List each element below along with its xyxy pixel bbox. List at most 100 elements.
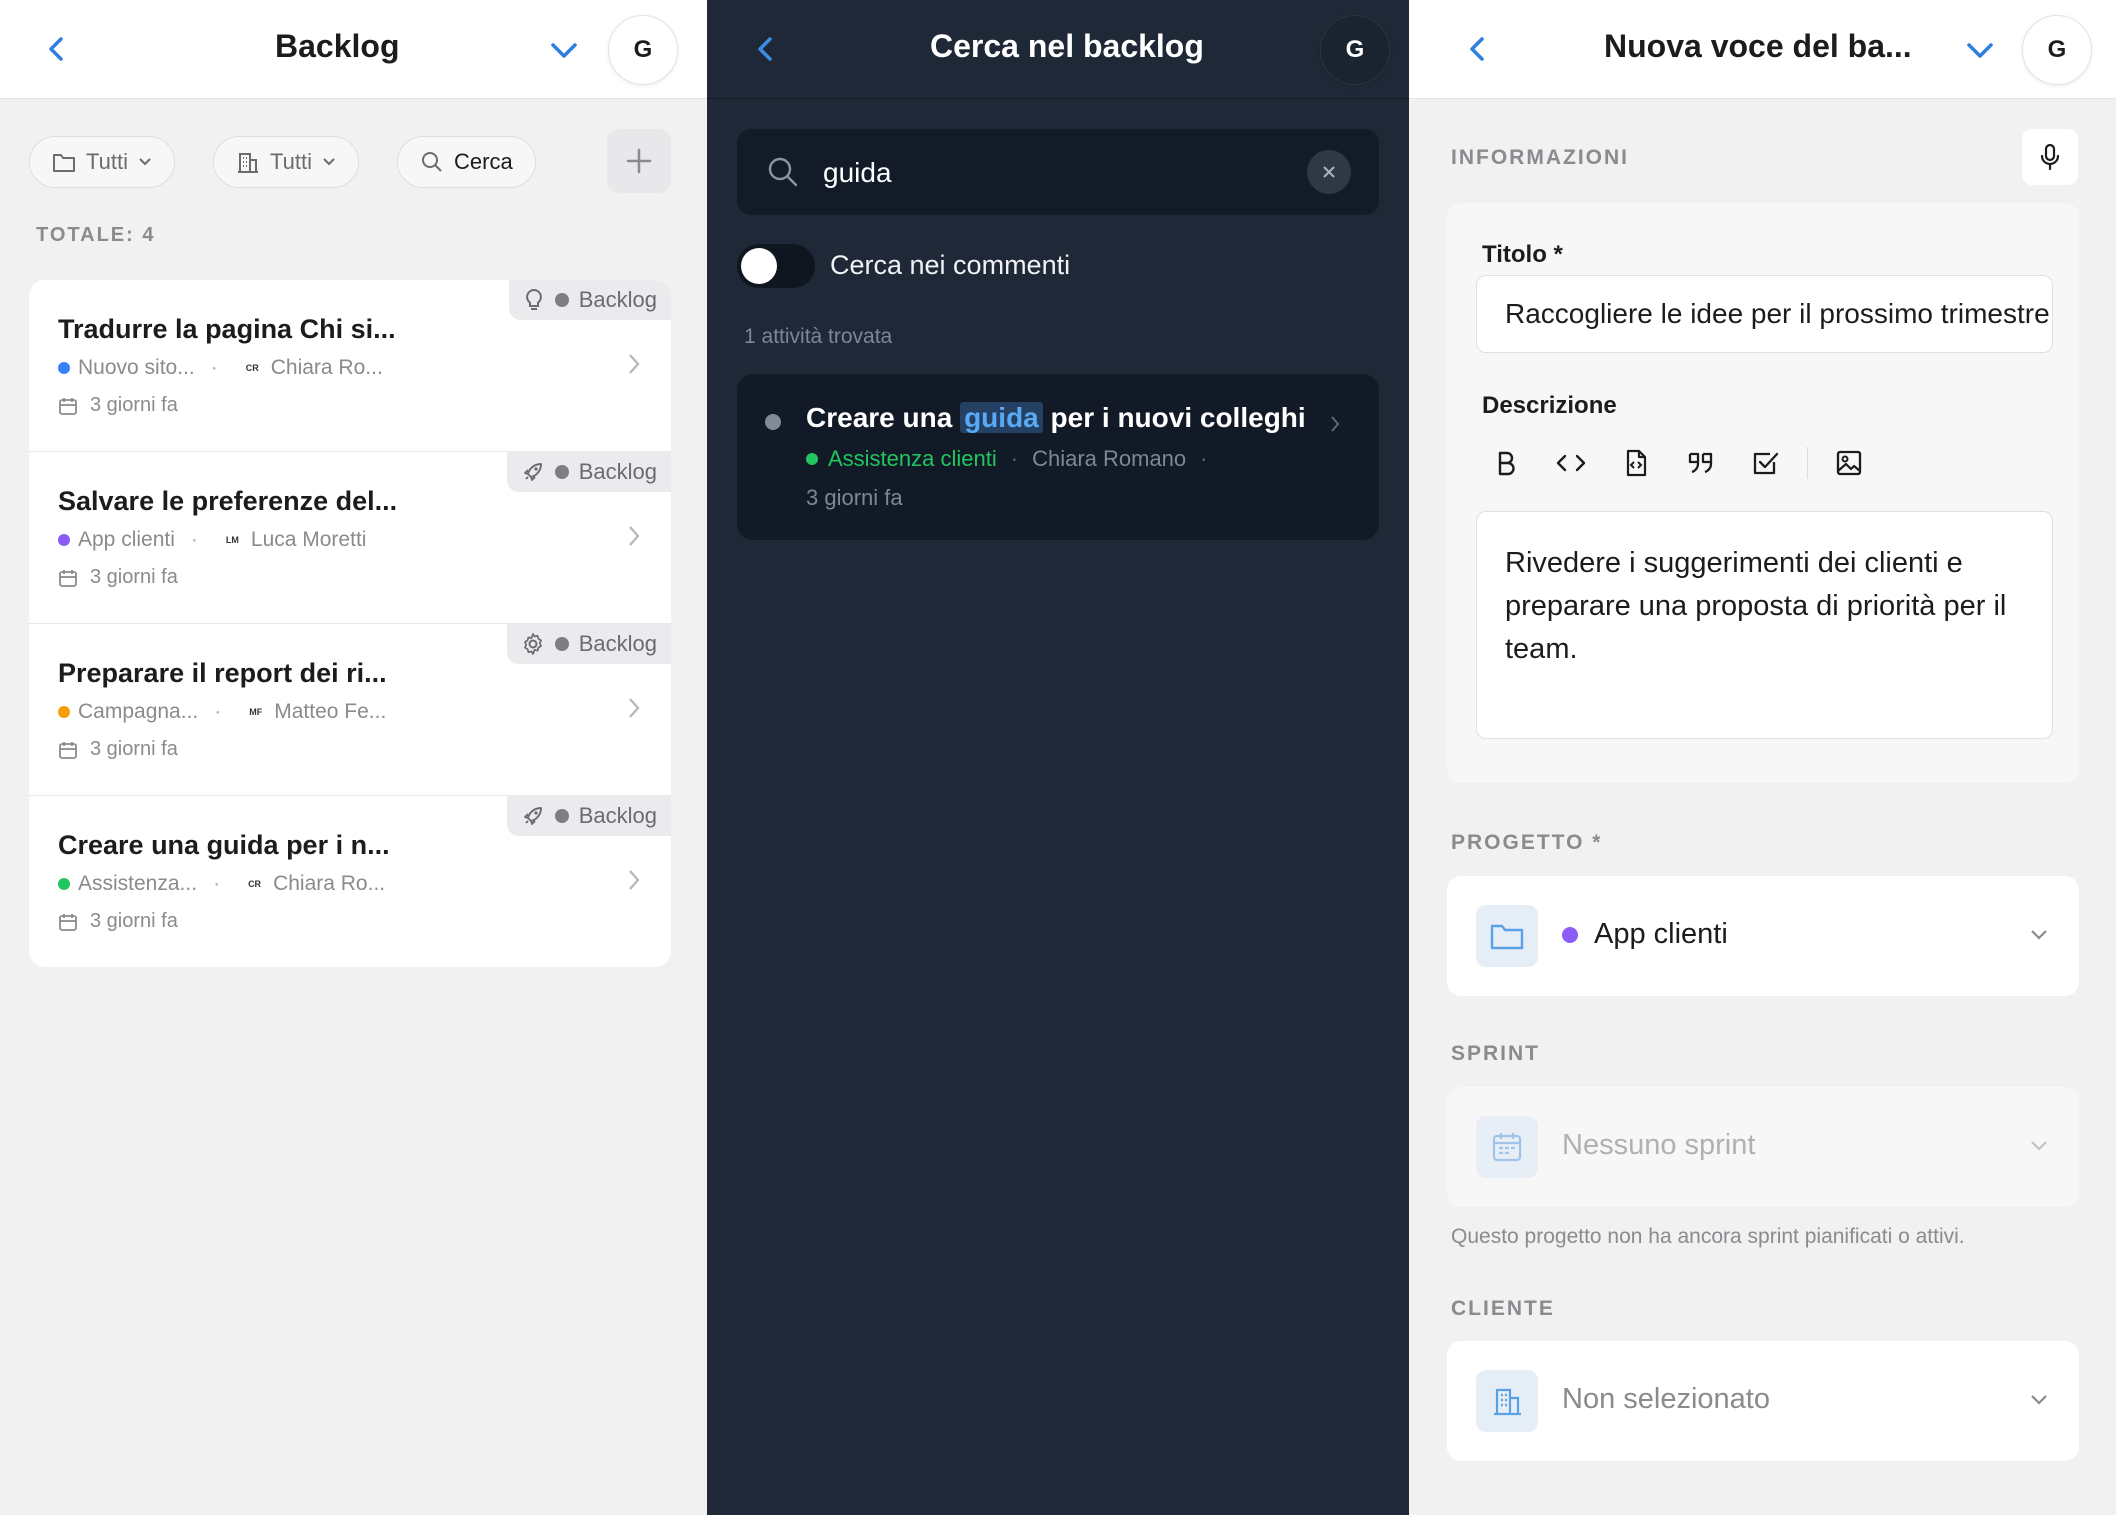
search-result[interactable]: Creare una guida per i nuovi colleghi As… bbox=[737, 374, 1379, 540]
separator: · bbox=[214, 700, 222, 723]
assignee-initials: LM bbox=[225, 535, 239, 545]
checkbox-icon[interactable] bbox=[1745, 442, 1787, 484]
status-dot bbox=[554, 293, 569, 307]
client-select-value: Non selezionato bbox=[1562, 1383, 1770, 1415]
chevron-down-icon[interactable] bbox=[1964, 38, 1996, 64]
list-item[interactable]: Backlog Preparare il report dei ri... Ca… bbox=[29, 624, 671, 796]
header: Backlog G bbox=[0, 0, 707, 99]
chevron-right-icon bbox=[627, 524, 641, 548]
client-filter-label: Tutti bbox=[270, 149, 312, 174]
close-icon bbox=[1321, 164, 1337, 180]
separator: · bbox=[190, 528, 198, 551]
avatar[interactable]: G bbox=[608, 15, 678, 85]
avatar[interactable]: G bbox=[1320, 15, 1390, 85]
status-badge: Backlog bbox=[506, 796, 671, 836]
image-icon[interactable] bbox=[1828, 442, 1870, 484]
section-sprint-label: SPRINT bbox=[1451, 1042, 1541, 1065]
calendar-icon bbox=[58, 568, 78, 588]
item-date-label: 3 giorni fa bbox=[90, 566, 178, 588]
quote-icon[interactable] bbox=[1680, 442, 1722, 484]
avatar[interactable]: G bbox=[2022, 15, 2092, 85]
building-icon bbox=[236, 150, 260, 174]
item-date: 3 giorni fa bbox=[58, 394, 178, 417]
code-file-icon[interactable] bbox=[1615, 442, 1657, 484]
comments-toggle[interactable] bbox=[737, 244, 815, 288]
project-dot bbox=[58, 534, 70, 546]
bold-icon[interactable] bbox=[1485, 442, 1527, 484]
chevron-right-icon bbox=[1329, 414, 1341, 434]
item-project: Nuovo sito... bbox=[78, 356, 195, 379]
assignee-initials: MF bbox=[249, 707, 263, 717]
item-project: Campagna... bbox=[78, 700, 199, 723]
status-dot bbox=[554, 465, 569, 479]
back-button[interactable] bbox=[1463, 34, 1493, 64]
chevron-down-icon bbox=[2029, 1139, 2049, 1153]
description-editor[interactable]: Rivedere i suggerimenti dei clienti e pr… bbox=[1476, 511, 2053, 739]
code-icon[interactable] bbox=[1550, 442, 1592, 484]
project-filter[interactable]: Tutti bbox=[29, 136, 175, 188]
add-button[interactable] bbox=[607, 129, 671, 193]
section-project-label: PROGETTO * bbox=[1451, 831, 1603, 854]
item-meta: Campagna... · MF Matteo Fe... bbox=[58, 700, 386, 724]
item-assignee: Luca Moretti bbox=[250, 528, 367, 551]
folder-icon bbox=[52, 151, 76, 173]
microphone-button[interactable] bbox=[2022, 129, 2078, 185]
result-title-after: per i nuovi colleghi bbox=[1050, 402, 1306, 433]
back-button[interactable] bbox=[42, 34, 72, 64]
result-title-highlight: guida bbox=[960, 402, 1043, 433]
microphone-icon bbox=[2039, 143, 2061, 171]
separator: · bbox=[213, 872, 221, 895]
list-item[interactable]: Backlog Creare una guida per i n... Assi… bbox=[29, 796, 671, 967]
item-date-label: 3 giorni fa bbox=[90, 910, 178, 932]
project-dot bbox=[58, 362, 70, 374]
project-select[interactable]: App clienti bbox=[1447, 876, 2079, 996]
page-title: Cerca nel backlog bbox=[930, 28, 1204, 64]
sprint-select-value: Nessuno sprint bbox=[1562, 1129, 1756, 1161]
project-dot bbox=[806, 453, 818, 465]
item-project: App clienti bbox=[78, 528, 175, 551]
clear-button[interactable] bbox=[1307, 150, 1351, 194]
status-dot bbox=[765, 414, 781, 430]
chevron-down-icon bbox=[2029, 1393, 2049, 1407]
item-date-label: 3 giorni fa bbox=[90, 738, 178, 760]
status-label: Backlog bbox=[578, 287, 657, 312]
search-chip[interactable]: Cerca bbox=[397, 136, 536, 188]
list-item[interactable]: Backlog Tradurre la pagina Chi si... Nuo… bbox=[29, 280, 671, 452]
calendar-icon bbox=[58, 740, 78, 760]
backlog-panel: Backlog G Tutti Tutti Cerca TOTALE: 4 Ba… bbox=[0, 0, 707, 1515]
formatting-toolbar bbox=[1485, 438, 1893, 488]
client-select[interactable]: Non selezionato bbox=[1447, 1341, 2079, 1461]
new-item-panel: Nuova voce del ba... G INFORMAZIONI Tito… bbox=[1409, 0, 2116, 1515]
item-meta: App clienti · LM Luca Moretti bbox=[58, 528, 366, 552]
project-name: App clienti bbox=[1594, 918, 1728, 950]
toggle-knob bbox=[741, 248, 777, 284]
total-count: TOTALE: 4 bbox=[36, 224, 156, 246]
sprint-select[interactable]: Nessuno sprint bbox=[1447, 1087, 2079, 1207]
chevron-down-icon[interactable] bbox=[548, 38, 580, 64]
status-dot bbox=[554, 809, 569, 823]
list-item[interactable]: Backlog Salvare le preferenze del... App… bbox=[29, 452, 671, 624]
header: Nuova voce del ba... G bbox=[1409, 0, 2116, 99]
section-client-label: CLIENTE bbox=[1451, 1297, 1555, 1320]
calendar-icon bbox=[58, 912, 78, 932]
calendar-icon bbox=[1476, 1116, 1538, 1178]
chevron-right-icon bbox=[627, 352, 641, 376]
project-select-value: App clienti bbox=[1562, 918, 1728, 951]
comments-toggle-label: Cerca nei commenti bbox=[830, 250, 1071, 280]
chevron-right-icon bbox=[627, 868, 641, 892]
status-label: Backlog bbox=[578, 459, 657, 484]
item-meta: Assistenza... · CR Chiara Ro... bbox=[58, 872, 385, 896]
page-title: Nuova voce del ba... bbox=[1604, 28, 1912, 64]
client-filter[interactable]: Tutti bbox=[213, 136, 359, 188]
result-project: Assistenza clienti bbox=[828, 446, 997, 471]
sprint-hint: Questo progetto non ha ancora sprint pia… bbox=[1451, 1225, 1965, 1248]
item-assignee: Chiara Ro... bbox=[270, 356, 383, 379]
assignee-initials: CR bbox=[245, 363, 259, 373]
title-input[interactable]: Raccogliere le idee per il prossimo trim… bbox=[1476, 275, 2053, 353]
back-button[interactable] bbox=[751, 34, 781, 64]
status-badge: Backlog bbox=[508, 280, 671, 320]
search-icon bbox=[767, 156, 799, 188]
backlog-list: Backlog Tradurre la pagina Chi si... Nuo… bbox=[29, 280, 671, 967]
item-title: Salvare le preferenze del... bbox=[58, 486, 398, 516]
search-input[interactable]: guida bbox=[737, 129, 1379, 215]
